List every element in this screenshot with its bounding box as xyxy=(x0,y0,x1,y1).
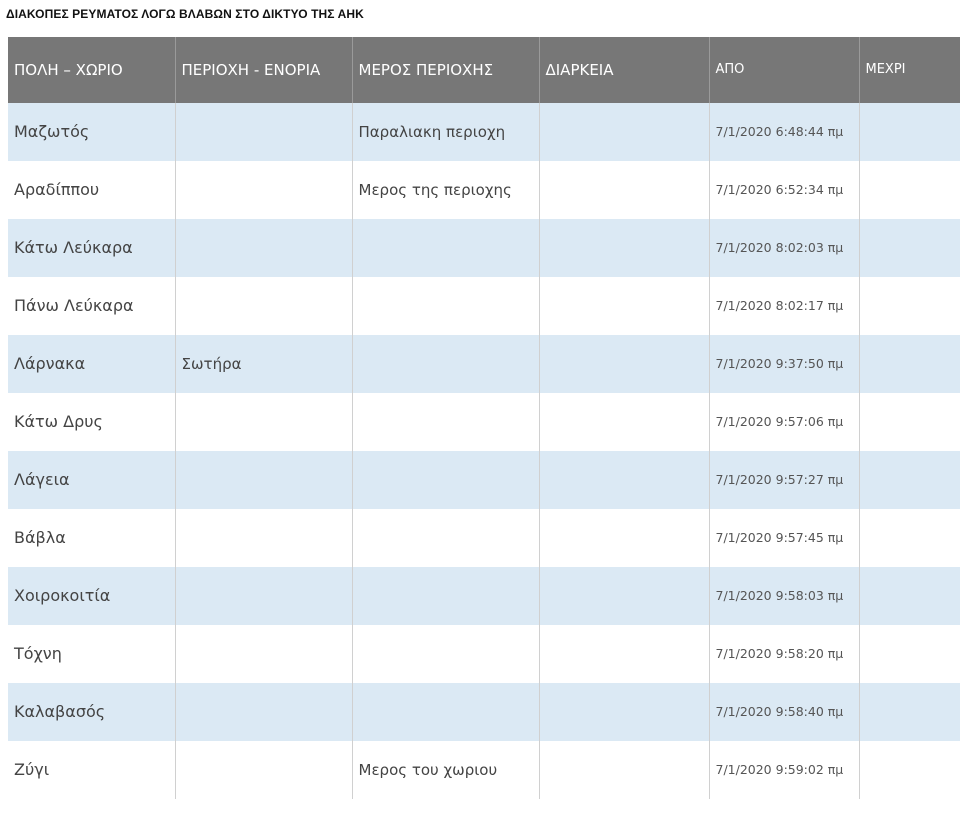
column-header-from: ΑΠΟ xyxy=(708,37,859,103)
cell-from: 7/1/2020 9:59:02 πμ xyxy=(708,741,859,799)
cell-city: Λάρνακα xyxy=(8,335,175,393)
cell-area xyxy=(174,393,352,451)
cell-part: Παραλιακη περιοχη xyxy=(351,103,539,161)
cell-part xyxy=(351,567,539,625)
cell-duration xyxy=(538,161,709,219)
table-row: Αραδίππου Μερος της περιοχης 7/1/2020 6:… xyxy=(8,161,960,219)
cell-from: 7/1/2020 9:57:45 πμ xyxy=(708,509,859,567)
cell-until xyxy=(858,103,960,161)
cell-area: Σωτήρα xyxy=(174,335,352,393)
cell-from: 7/1/2020 6:52:34 πμ xyxy=(708,161,859,219)
table-row: Ζύγι Μερος του χωριου 7/1/2020 9:59:02 π… xyxy=(8,741,960,799)
cell-from: 7/1/2020 9:57:27 πμ xyxy=(708,451,859,509)
table-row: Καλαβασός 7/1/2020 9:58:40 πμ xyxy=(8,683,960,741)
cell-until xyxy=(858,741,960,799)
outage-table: ΠΟΛΗ – ΧΩΡΙΟ ΠΕΡΙΟΧΗ - ΕΝΟΡΙΑ ΜΕΡΟΣ ΠΕΡΙ… xyxy=(8,37,960,799)
table-row: Κάτω Λεύκαρα 7/1/2020 8:02:03 πμ xyxy=(8,219,960,277)
cell-part xyxy=(351,509,539,567)
page-title: ΔΙΑΚΟΠΕΣ ΡΕΥΜΑΤΟΣ ΛΟΓΩ ΒΛΑΒΩΝ ΣΤΟ ΔΙΚΤΥΟ… xyxy=(6,7,364,21)
cell-city: Πάνω Λεύκαρα xyxy=(8,277,175,335)
cell-from: 7/1/2020 9:58:03 πμ xyxy=(708,567,859,625)
column-header-duration: ΔΙΑΡΚΕΙΑ xyxy=(538,37,709,103)
cell-duration xyxy=(538,451,709,509)
cell-until xyxy=(858,683,960,741)
cell-city: Χοιροκοιτία xyxy=(8,567,175,625)
table-row: Μαζωτός Παραλιακη περιοχη 7/1/2020 6:48:… xyxy=(8,103,960,161)
cell-city: Αραδίππου xyxy=(8,161,175,219)
column-header-part: ΜΕΡΟΣ ΠΕΡΙΟΧΗΣ xyxy=(351,37,539,103)
cell-city: Ζύγι xyxy=(8,741,175,799)
table-row: Κάτω Δρυς 7/1/2020 9:57:06 πμ xyxy=(8,393,960,451)
table-row: Τόχνη 7/1/2020 9:58:20 πμ xyxy=(8,625,960,683)
table-row: Χοιροκοιτία 7/1/2020 9:58:03 πμ xyxy=(8,567,960,625)
table-row: Λάγεια 7/1/2020 9:57:27 πμ xyxy=(8,451,960,509)
table-row: Βάβλα 7/1/2020 9:57:45 πμ xyxy=(8,509,960,567)
cell-area xyxy=(174,277,352,335)
cell-city: Κάτω Δρυς xyxy=(8,393,175,451)
cell-city: Μαζωτός xyxy=(8,103,175,161)
cell-area xyxy=(174,451,352,509)
cell-area xyxy=(174,741,352,799)
table-row: Λάρνακα Σωτήρα 7/1/2020 9:37:50 πμ xyxy=(8,335,960,393)
cell-duration xyxy=(538,393,709,451)
cell-city: Καλαβασός xyxy=(8,683,175,741)
cell-area xyxy=(174,103,352,161)
cell-until xyxy=(858,451,960,509)
cell-area xyxy=(174,509,352,567)
column-header-city: ΠΟΛΗ – ΧΩΡΙΟ xyxy=(8,37,175,103)
cell-part xyxy=(351,625,539,683)
column-header-area: ΠΕΡΙΟΧΗ - ΕΝΟΡΙΑ xyxy=(174,37,352,103)
cell-city: Τόχνη xyxy=(8,625,175,683)
cell-duration xyxy=(538,741,709,799)
cell-until xyxy=(858,219,960,277)
cell-until xyxy=(858,567,960,625)
cell-part xyxy=(351,219,539,277)
cell-duration xyxy=(538,509,709,567)
cell-duration xyxy=(538,567,709,625)
cell-part xyxy=(351,683,539,741)
cell-area xyxy=(174,567,352,625)
cell-until xyxy=(858,393,960,451)
cell-until xyxy=(858,277,960,335)
cell-from: 7/1/2020 8:02:17 πμ xyxy=(708,277,859,335)
cell-part xyxy=(351,451,539,509)
cell-part xyxy=(351,335,539,393)
cell-duration xyxy=(538,683,709,741)
cell-part xyxy=(351,277,539,335)
cell-from: 7/1/2020 9:37:50 πμ xyxy=(708,335,859,393)
cell-area xyxy=(174,683,352,741)
cell-part: Μερος του χωριου xyxy=(351,741,539,799)
cell-from: 7/1/2020 6:48:44 πμ xyxy=(708,103,859,161)
cell-from: 7/1/2020 8:02:03 πμ xyxy=(708,219,859,277)
cell-part xyxy=(351,393,539,451)
cell-area xyxy=(174,161,352,219)
cell-duration xyxy=(538,625,709,683)
cell-city: Βάβλα xyxy=(8,509,175,567)
cell-duration xyxy=(538,219,709,277)
cell-duration xyxy=(538,277,709,335)
cell-city: Λάγεια xyxy=(8,451,175,509)
cell-duration xyxy=(538,335,709,393)
cell-area xyxy=(174,219,352,277)
cell-from: 7/1/2020 9:57:06 πμ xyxy=(708,393,859,451)
cell-from: 7/1/2020 9:58:40 πμ xyxy=(708,683,859,741)
cell-duration xyxy=(538,103,709,161)
cell-until xyxy=(858,335,960,393)
cell-area xyxy=(174,625,352,683)
cell-from: 7/1/2020 9:58:20 πμ xyxy=(708,625,859,683)
column-header-until: ΜΕΧΡΙ xyxy=(858,37,960,103)
cell-part: Μερος της περιοχης xyxy=(351,161,539,219)
cell-city: Κάτω Λεύκαρα xyxy=(8,219,175,277)
table-row: Πάνω Λεύκαρα 7/1/2020 8:02:17 πμ xyxy=(8,277,960,335)
table-header-row: ΠΟΛΗ – ΧΩΡΙΟ ΠΕΡΙΟΧΗ - ΕΝΟΡΙΑ ΜΕΡΟΣ ΠΕΡΙ… xyxy=(8,37,960,103)
cell-until xyxy=(858,509,960,567)
cell-until xyxy=(858,625,960,683)
cell-until xyxy=(858,161,960,219)
